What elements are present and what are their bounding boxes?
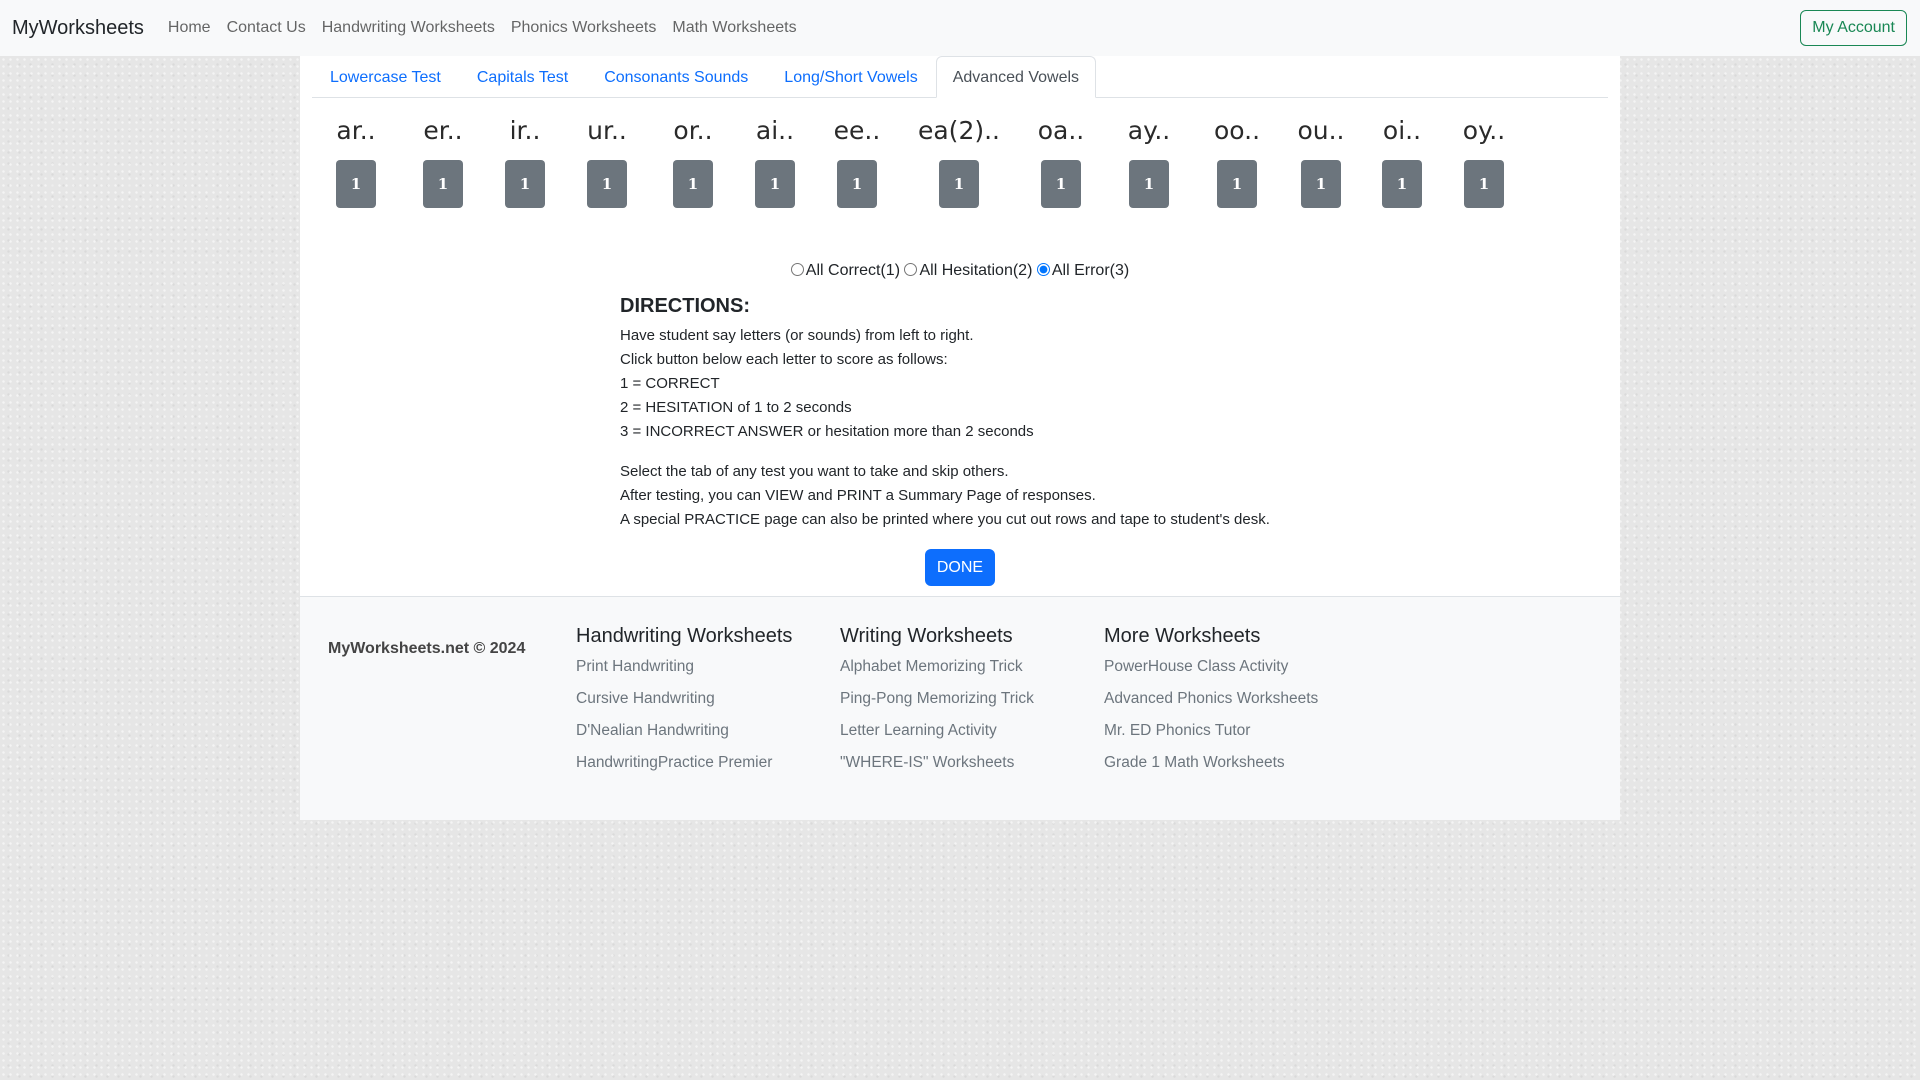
directions-line: 2 = HESITATION of 1 to 2 seconds	[620, 399, 852, 416]
directions-line: 1 = CORRECT	[620, 375, 720, 392]
radio-all-error[interactable]: All Error(3)	[1036, 262, 1130, 279]
letter-item: ay.. 1	[1099, 114, 1199, 208]
directions-spacer	[620, 444, 1360, 460]
footer-column-handwriting: Handwriting Worksheets Print Handwriting…	[576, 621, 792, 779]
nav-home-link[interactable]: Home	[156, 19, 219, 37]
letter-label: oy..	[1462, 116, 1506, 145]
footer-link[interactable]: Alphabet Memorizing Trick	[840, 651, 1034, 683]
score-button[interactable]: 1	[505, 160, 545, 208]
score-button[interactable]: 1	[1382, 160, 1422, 208]
footer-link[interactable]: Mr. ED Phonics Tutor	[1104, 715, 1318, 747]
letter-item: ee.. 1	[807, 114, 907, 208]
tab-consonants-sounds[interactable]: Consonants Sounds	[586, 56, 766, 97]
score-button[interactable]: 1	[423, 160, 463, 208]
directions-line: Click button below each letter to score …	[620, 351, 948, 368]
footer-copyright: MyWorksheets.net © 2024	[328, 640, 526, 657]
directions-section: DIRECTIONS: Have student say letters (or…	[620, 294, 1360, 532]
nav-phonics-link[interactable]: Phonics Worksheets	[503, 19, 665, 37]
footer-column-title: Writing Worksheets	[840, 625, 1013, 647]
letter-item: ar.. 1	[306, 114, 406, 208]
radio-all-correct-label: All Correct(1)	[805, 262, 901, 279]
radio-all-hesitation[interactable]: All Hesitation(2)	[904, 262, 1032, 279]
test-tabs: Lowercase Test Capitals Test Consonants …	[312, 56, 1608, 98]
score-button[interactable]: 1	[837, 160, 877, 208]
radio-all-correct-input[interactable]	[790, 263, 804, 276]
footer-link[interactable]: Print Handwriting	[576, 651, 792, 683]
footer-link[interactable]: Cursive Handwriting	[576, 683, 792, 715]
score-all-radio-group: All Correct(1) All Hesitation(2) All Err…	[300, 262, 1620, 280]
score-button[interactable]: 1	[587, 160, 627, 208]
score-button[interactable]: 1	[1217, 160, 1257, 208]
footer-link[interactable]: Letter Learning Activity	[840, 715, 1034, 747]
directions-title: DIRECTIONS:	[620, 295, 750, 317]
letter-label: ur..	[587, 116, 627, 145]
score-button[interactable]: 1	[1129, 160, 1169, 208]
footer-link[interactable]: D'Nealian Handwriting	[576, 715, 792, 747]
nav-contact-link[interactable]: Contact Us	[219, 19, 314, 37]
directions-line: After testing, you can VIEW and PRINT a …	[620, 487, 1096, 504]
letter-item: ur.. 1	[557, 114, 657, 208]
score-button[interactable]: 1	[673, 160, 713, 208]
test-panel: Lowercase Test Capitals Test Consonants …	[300, 56, 1620, 596]
nav-links: Home Contact Us Handwriting Worksheets P…	[156, 19, 805, 37]
footer-column-writing: Writing Worksheets Alphabet Memorizing T…	[840, 621, 1034, 779]
footer-link[interactable]: PowerHouse Class Activity	[1104, 651, 1318, 683]
score-button[interactable]: 1	[1464, 160, 1504, 208]
letter-label: ea(2)..	[917, 116, 1000, 145]
directions-line: A special PRACTICE page can also be prin…	[620, 511, 1270, 528]
score-button[interactable]: 1	[1041, 160, 1081, 208]
radio-all-hesitation-label: All Hesitation(2)	[919, 262, 1033, 279]
nav-math-link[interactable]: Math Worksheets	[664, 19, 804, 37]
score-button[interactable]: 1	[336, 160, 376, 208]
done-button[interactable]: DONE	[925, 549, 995, 586]
my-account-button[interactable]: My Account	[1800, 10, 1907, 46]
score-button[interactable]: 1	[755, 160, 795, 208]
radio-all-hesitation-input[interactable]	[904, 263, 918, 276]
site-footer: MyWorksheets.net © 2024 Handwriting Work…	[300, 596, 1620, 820]
tab-advanced-vowels[interactable]: Advanced Vowels	[935, 56, 1097, 98]
letter-item: ea(2).. 1	[909, 114, 1009, 208]
nav-handwriting-link[interactable]: Handwriting Worksheets	[314, 19, 503, 37]
footer-column-more: More Worksheets PowerHouse Class Activit…	[1104, 621, 1318, 779]
letter-label: ar..	[336, 116, 376, 145]
letter-label: ay..	[1127, 116, 1171, 145]
tab-long-short-vowels[interactable]: Long/Short Vowels	[766, 56, 935, 97]
tab-capitals-test[interactable]: Capitals Test	[459, 56, 586, 97]
letter-score-row: ar.. 1 er.. 1 ir.. 1 ur.. 1 or.. 1 ai.. …	[300, 114, 1620, 224]
footer-link[interactable]: "WHERE-IS" Worksheets	[840, 747, 1034, 779]
footer-column-title: More Worksheets	[1104, 625, 1261, 647]
directions-line: 3 = INCORRECT ANSWER or hesitation more …	[620, 423, 1034, 440]
radio-all-error-input[interactable]	[1036, 263, 1050, 276]
footer-column-title: Handwriting Worksheets	[576, 625, 793, 647]
footer-link[interactable]: Grade 1 Math Worksheets	[1104, 747, 1318, 779]
footer-link[interactable]: Advanced Phonics Worksheets	[1104, 683, 1318, 715]
letter-label: oa..	[1037, 116, 1085, 145]
score-button[interactable]: 1	[939, 160, 979, 208]
letter-item: oy.. 1	[1434, 114, 1534, 208]
directions-line: Have student say letters (or sounds) fro…	[620, 327, 974, 344]
brand-logo-text[interactable]: MyWorksheets	[12, 17, 144, 40]
footer-link[interactable]: HandwritingPractice Premier	[576, 747, 792, 779]
top-navbar: MyWorksheets Home Contact Us Handwriting…	[0, 0, 1920, 56]
letter-label: ee..	[833, 116, 881, 145]
letter-item: oa.. 1	[1011, 114, 1111, 208]
footer-link[interactable]: Ping-Pong Memorizing Trick	[840, 683, 1034, 715]
score-button[interactable]: 1	[1301, 160, 1341, 208]
tab-lowercase-test[interactable]: Lowercase Test	[312, 56, 459, 97]
radio-all-error-label: All Error(3)	[1051, 262, 1130, 279]
radio-all-correct[interactable]: All Correct(1)	[790, 262, 901, 279]
directions-line: Select the tab of any test you want to t…	[620, 463, 1009, 480]
